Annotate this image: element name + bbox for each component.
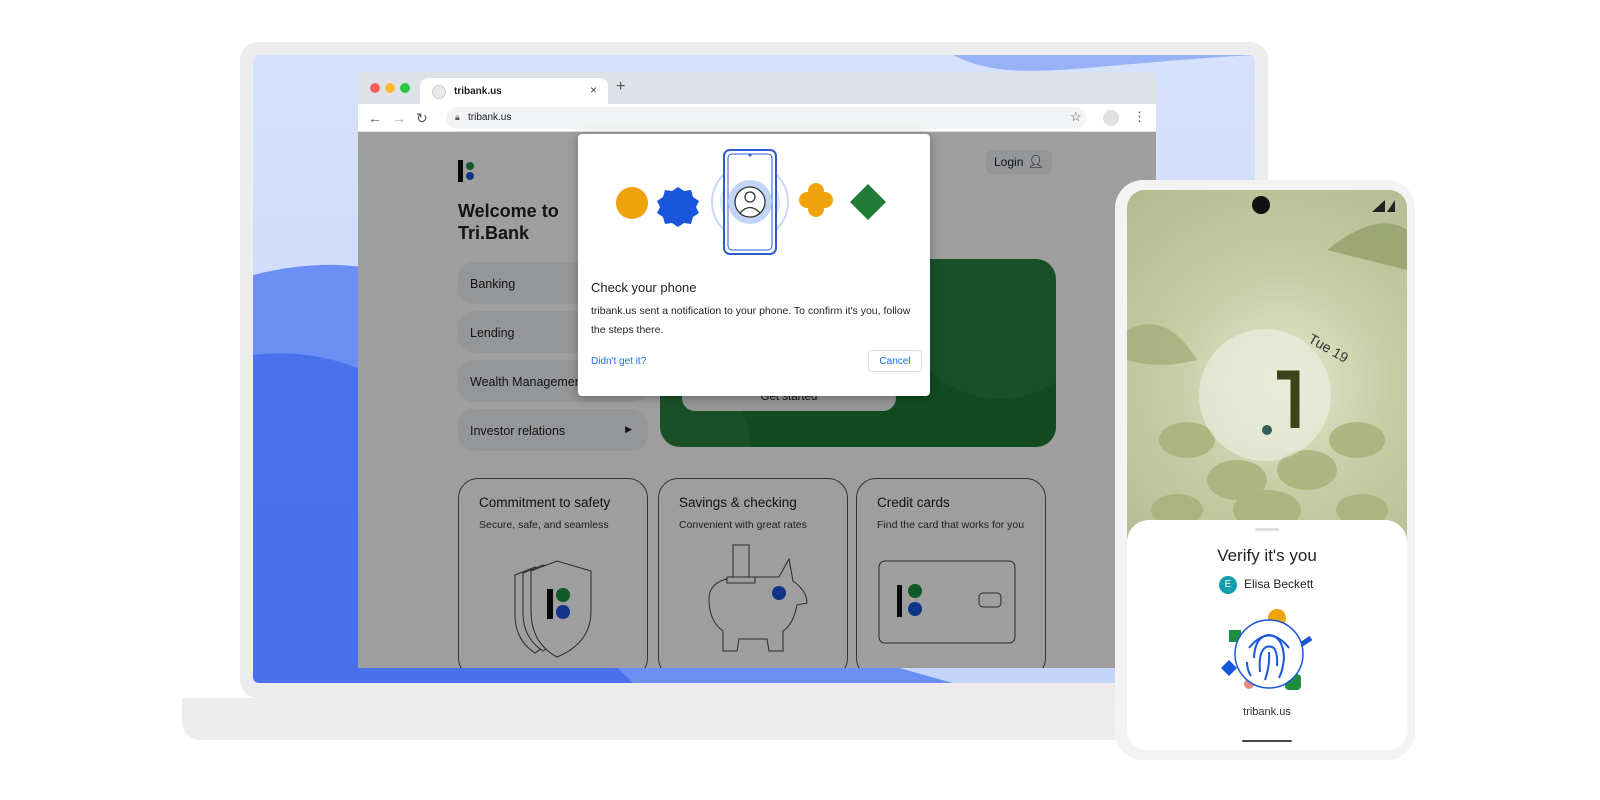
favicon-icon <box>432 85 446 99</box>
phone-notification-illustration <box>616 149 886 255</box>
dialog-title: Check your phone <box>591 280 697 295</box>
sheet-drag-handle[interactable] <box>1255 528 1279 531</box>
check-phone-dialog: Check your phone tribank.us sent a notif… <box>578 134 930 396</box>
forward-arrow-icon[interactable]: → <box>392 110 406 126</box>
more-menu-icon[interactable]: ⋮ <box>1133 109 1146 125</box>
tab-title: tribank.us <box>454 86 502 97</box>
verify-title: Verify it's you <box>1217 546 1317 565</box>
browser-window: tribank.us × + ← → ↻ 🔒︎ tribank.us ☆ ⋮ W… <box>358 72 1156 668</box>
reload-icon[interactable]: ↻ <box>416 110 428 127</box>
dialog-body: tribank.us sent a notification to your p… <box>591 305 911 336</box>
tab-strip: tribank.us × + <box>358 72 1156 104</box>
verify-sheet: Verify it's you E Elisa Beckett tribank.… <box>1127 520 1407 750</box>
browser-toolbar: ← → ↻ 🔒︎ tribank.us ☆ ⋮ <box>358 104 1156 132</box>
back-arrow-icon[interactable]: ← <box>368 110 382 126</box>
phone-wallpaper: Tue 19 <box>1127 190 1407 540</box>
close-tab-icon[interactable]: × <box>590 83 597 97</box>
home-indicator[interactable] <box>1242 740 1292 742</box>
profile-avatar-icon[interactable] <box>1103 110 1119 126</box>
browser-tab[interactable]: tribank.us × <box>420 78 608 104</box>
flower-wallpaper <box>1127 196 1407 530</box>
new-tab-button[interactable]: + <box>616 78 625 96</box>
address-url: tribank.us <box>468 112 512 123</box>
account-name: Elisa Beckett <box>1244 577 1314 591</box>
site-label: tribank.us <box>1243 706 1291 718</box>
close-window-button[interactable] <box>370 83 380 93</box>
address-bar[interactable]: 🔒︎ tribank.us <box>446 107 1086 129</box>
maximize-window-button[interactable] <box>400 83 410 93</box>
cancel-button[interactable]: Cancel <box>868 350 922 372</box>
phone-screen: Tue 19 Verify it's you E Elisa Beckett t… <box>1127 190 1407 750</box>
minimize-window-button[interactable] <box>385 83 395 93</box>
account-avatar: E <box>1219 576 1237 594</box>
didnt-get-it-link[interactable]: Didn't get it? <box>591 356 646 367</box>
fingerprint-icon[interactable] <box>1219 608 1319 696</box>
lock-icon: 🔒︎ <box>455 112 460 122</box>
bookmark-star-icon[interactable]: ☆ <box>1070 109 1082 125</box>
